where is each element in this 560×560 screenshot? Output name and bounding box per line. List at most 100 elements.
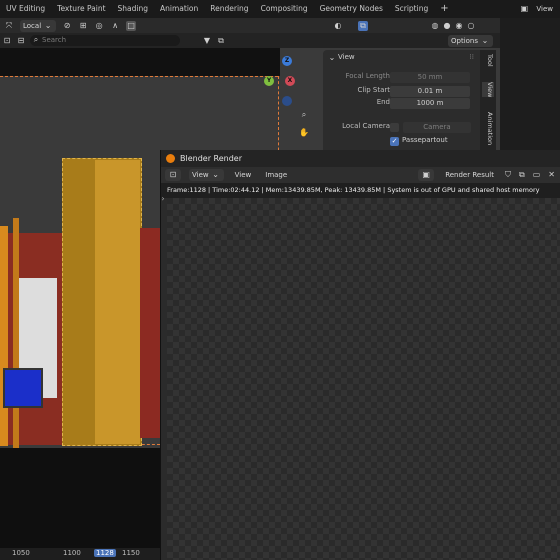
search-icon: ⌕ [33, 35, 39, 44]
passepartout-checkbox[interactable]: ✓ [390, 137, 399, 146]
image-icon: ▣ [422, 170, 430, 179]
render-canvas[interactable] [167, 198, 560, 560]
display-mode-icon[interactable]: ⊟ [16, 36, 26, 46]
clip-start-field[interactable]: 0.01 m [390, 86, 470, 97]
viewport-header: ⤧ Local ⌄ ⊘ ⊞ ◎ ∧ □ ◐ ⧉ ◍ ● ◉ ○ [0, 18, 500, 33]
shading-rendered-icon[interactable]: ○ [466, 21, 476, 31]
gizmo-x-axis[interactable]: X [285, 76, 295, 86]
passepartout-label: Passepartout [402, 136, 448, 144]
tab-texture-paint[interactable]: Texture Paint [51, 0, 111, 18]
tab-animation-side[interactable]: Animation [482, 112, 494, 145]
tab-geometry-nodes[interactable]: Geometry Nodes [314, 0, 389, 18]
snap-icon[interactable]: ⊘ [62, 21, 72, 31]
hand-pan-icon[interactable]: ✋ [299, 128, 309, 138]
camera-border-top [0, 76, 278, 77]
pivot-icon[interactable]: ⤧ [4, 21, 14, 31]
clip-end-field[interactable]: 1000 m [390, 98, 470, 109]
proportional-edit-icon[interactable]: ◎ [94, 21, 104, 31]
xray-icon[interactable]: ⧉ [358, 20, 368, 31]
tower-orange [0, 226, 8, 446]
checkbox-icon[interactable]: □ [126, 20, 137, 31]
duplicate-icon[interactable]: ⧉ [519, 170, 525, 180]
zoom-icon[interactable]: ⌕ [299, 110, 309, 120]
building-red-right [140, 228, 160, 438]
focal-length-field[interactable]: 50 mm [390, 72, 470, 83]
overlay-icon[interactable]: ◐ [333, 21, 343, 31]
frame-label: 1100 [63, 549, 81, 557]
gizmo-y-axis[interactable]: Y [264, 76, 274, 86]
current-frame-indicator[interactable]: 1128 [94, 549, 116, 557]
view-mode-dropdown[interactable]: View ⌄ [189, 169, 224, 181]
timeline[interactable]: 1050 1100 1128 1150 [0, 548, 160, 560]
orientation-value: Local [23, 21, 42, 30]
render-status-text: Frame:1128 | Time:02:44.12 | Mem:13439.8… [161, 183, 560, 198]
shading-wireframe-icon[interactable]: ◍ [430, 21, 440, 31]
new-collection-icon[interactable]: ⧉ [216, 36, 226, 46]
menu-image[interactable]: Image [262, 169, 290, 181]
workspace-tabs: UV Editing Texture Paint Shading Animati… [0, 0, 560, 18]
blender-logo-icon [166, 154, 175, 163]
image-browse-dropdown[interactable]: ▣ [418, 169, 435, 181]
tab-compositing[interactable]: Compositing [255, 0, 314, 18]
scene-icon[interactable]: ▣ [519, 4, 529, 14]
scene-floor [0, 448, 160, 548]
clip-start-label: Clip Start [357, 86, 390, 94]
editor-type-dropdown[interactable]: ⊡ [165, 169, 181, 181]
options-dropdown[interactable]: Options ⌄ [448, 34, 494, 47]
chevron-down-icon: ⌄ [212, 170, 219, 179]
render-window: Blender Render ⊡ View ⌄ View Image ▣ Rend… [160, 150, 560, 560]
tab-scripting[interactable]: Scripting [389, 0, 434, 18]
scene-background [0, 48, 280, 76]
tab-uv-editing[interactable]: UV Editing [0, 0, 51, 18]
options-label: Options [451, 36, 479, 45]
falloff-icon[interactable]: ∧ [110, 21, 120, 31]
render-window-titlebar[interactable]: Blender Render [161, 150, 560, 167]
render-menu-bar: ⊡ View ⌄ View Image ▣ Render Result ⛉ ⧉ ▭… [161, 167, 560, 183]
local-camera-checkbox[interactable] [390, 123, 399, 132]
editor-type-icon[interactable]: ⊡ [2, 36, 12, 46]
tab-view[interactable]: View [482, 82, 494, 98]
view-mode-label: View [192, 171, 209, 179]
tower-yellow-face [95, 160, 140, 444]
camera-field[interactable]: Camera [403, 122, 471, 133]
frame-label: 1150 [122, 549, 140, 557]
tab-animation[interactable]: Animation [154, 0, 204, 18]
gizmo-neg-z-axis[interactable] [282, 96, 292, 106]
view-layer-label[interactable]: View [533, 3, 556, 15]
tab-tool[interactable]: Tool [482, 54, 494, 67]
clip-end-label: End [376, 98, 390, 106]
shield-icon[interactable]: ⛉ [505, 170, 511, 180]
shading-material-icon[interactable]: ◉ [454, 21, 464, 31]
gizmo-z-axis[interactable]: Z [282, 56, 292, 66]
drag-handle-icon[interactable]: ⁞⁞ [470, 53, 474, 61]
tower-orange-2 [13, 218, 19, 448]
chevron-down-icon: ⌄ [481, 35, 489, 45]
render-result-field[interactable]: Render Result [442, 169, 497, 181]
folder-icon[interactable]: ▭ [533, 170, 541, 180]
tab-rendering[interactable]: Rendering [204, 0, 254, 18]
search-input[interactable]: ⌕ Search [30, 35, 180, 46]
shading-solid-icon[interactable]: ● [442, 21, 452, 31]
arcade-screen [3, 368, 43, 408]
focal-length-label: Focal Length [345, 72, 390, 80]
sidebar-tabs: Tool View Animation [480, 50, 496, 150]
snap-target-icon[interactable]: ⊞ [78, 21, 88, 31]
chevron-down-icon: ⌄ [328, 53, 336, 62]
sidebar-view-panel: ⌄ View ⁞⁞ Focal Length 50 mm Clip Start … [323, 50, 480, 150]
gizmo[interactable]: Z X Y [262, 56, 302, 106]
outliner-header: ⊡ ⊟ ⌕ Search ▼ ⧉ Options ⌄ [0, 33, 500, 48]
menu-view[interactable]: View [232, 169, 255, 181]
collapse-arrow-icon[interactable]: › [158, 194, 168, 204]
local-camera-label: Local Camera [342, 122, 390, 130]
frame-label: 1050 [12, 549, 30, 557]
filter-icon[interactable]: ▼ [202, 36, 212, 46]
search-placeholder: Search [42, 36, 67, 44]
tab-shading[interactable]: Shading [112, 0, 154, 18]
render-window-title: Blender Render [180, 154, 243, 163]
chevron-down-icon: ⌄ [44, 20, 52, 30]
orientation-dropdown[interactable]: Local ⌄ [20, 19, 57, 32]
panel-header[interactable]: ⌄ View ⁞⁞ [323, 53, 480, 65]
add-workspace-button[interactable]: + [434, 0, 454, 18]
image-editor-icon: ⊡ [169, 170, 177, 179]
close-icon[interactable]: ✕ [548, 170, 555, 180]
